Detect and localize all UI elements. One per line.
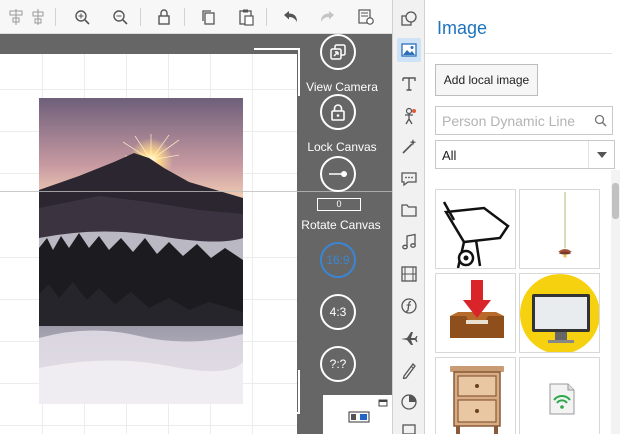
pie-chart-icon[interactable] bbox=[397, 390, 421, 414]
image-search-input[interactable] bbox=[442, 111, 590, 131]
panel-title: Image bbox=[437, 18, 488, 38]
formula-icon[interactable] bbox=[397, 294, 421, 318]
editor-canvas[interactable]: View Camera Lock Canvas 0 Rotate Canvas … bbox=[0, 34, 392, 434]
distribute-icon[interactable] bbox=[26, 6, 50, 28]
effects-wand-icon[interactable] bbox=[397, 135, 421, 159]
camera-frame-bottom bbox=[254, 370, 300, 414]
properties-icon[interactable] bbox=[354, 6, 378, 28]
ratio-custom-button[interactable]: ?:? bbox=[320, 346, 356, 382]
lock-icon[interactable] bbox=[152, 6, 176, 28]
monitor-image[interactable] bbox=[519, 273, 600, 353]
panel-scrollbar-thumb[interactable] bbox=[612, 183, 619, 219]
image-icon[interactable] bbox=[397, 38, 421, 62]
align-icon[interactable] bbox=[4, 6, 28, 28]
rotate-value-field[interactable]: 0 bbox=[317, 198, 361, 211]
redo-icon[interactable] bbox=[316, 6, 340, 28]
zoom-out-icon[interactable] bbox=[108, 6, 132, 28]
view-camera-button[interactable] bbox=[320, 34, 356, 70]
chevron-down-icon[interactable] bbox=[588, 141, 614, 168]
text-icon[interactable] bbox=[397, 72, 421, 96]
camera-frame-top bbox=[254, 48, 300, 96]
lock-canvas-icon bbox=[331, 104, 345, 121]
view-camera-label: View Camera bbox=[306, 80, 378, 94]
undo-icon[interactable] bbox=[278, 6, 302, 28]
ratio-16-9-button[interactable]: 16:9 bbox=[320, 242, 356, 278]
add-local-image-button[interactable]: Add local image bbox=[435, 64, 538, 96]
category-select[interactable]: All bbox=[435, 140, 615, 169]
lock-canvas-label: Lock Canvas bbox=[307, 140, 377, 154]
airplane-icon[interactable] bbox=[397, 326, 421, 350]
category-select-value: All bbox=[442, 148, 457, 163]
download-tray-image[interactable] bbox=[435, 273, 516, 353]
rotate-canvas-dial[interactable] bbox=[320, 156, 356, 192]
rotate-handle-icon bbox=[329, 171, 347, 177]
view-camera-icon bbox=[330, 44, 346, 60]
slide-paper[interactable] bbox=[0, 54, 297, 434]
tool-strip bbox=[392, 0, 425, 434]
lock-canvas-button[interactable] bbox=[320, 94, 356, 130]
nightstand-image[interactable] bbox=[435, 357, 516, 434]
pendulum-lamp-image[interactable] bbox=[519, 189, 600, 269]
more-icon[interactable] bbox=[397, 420, 421, 434]
zoom-in-icon[interactable] bbox=[70, 6, 94, 28]
speech-bubble-icon[interactable] bbox=[397, 167, 421, 191]
shapes-icon[interactable] bbox=[397, 7, 421, 31]
mountain-sunrise-photo[interactable] bbox=[39, 98, 243, 404]
character-icon[interactable] bbox=[397, 104, 421, 128]
copy-icon[interactable] bbox=[196, 6, 220, 28]
ratio-4-3-button[interactable]: 4:3 bbox=[320, 294, 356, 330]
search-icon[interactable] bbox=[594, 114, 607, 132]
music-icon[interactable] bbox=[397, 230, 421, 254]
rotate-canvas-label: Rotate Canvas bbox=[301, 218, 381, 232]
folder-icon[interactable] bbox=[397, 198, 421, 222]
image-search-box[interactable] bbox=[435, 106, 613, 135]
video-icon[interactable] bbox=[397, 262, 421, 286]
image-panel: Image Add local image All bbox=[425, 0, 620, 434]
paste-icon[interactable] bbox=[234, 6, 258, 28]
wifi-document-image[interactable] bbox=[519, 357, 600, 434]
pen-hand-icon[interactable] bbox=[397, 358, 421, 382]
top-toolbar bbox=[0, 0, 392, 34]
minimap-panel[interactable] bbox=[323, 395, 392, 434]
wheelbarrow-image[interactable] bbox=[435, 189, 516, 269]
